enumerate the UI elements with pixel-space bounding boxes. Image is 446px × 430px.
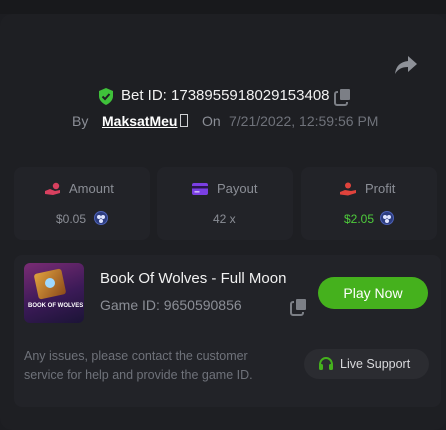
copy-game-id-icon[interactable] — [290, 297, 308, 316]
profit-value: $2.05 — [344, 212, 375, 226]
coin-icon — [94, 211, 108, 225]
game-name: Book Of Wolves - Full Moon — [100, 270, 287, 287]
coin-icon — [380, 211, 394, 225]
bet-meta-row: By MaksatMeu On 7/21/2022, 12:59:56 PM — [0, 113, 446, 131]
profit-card: Profit $2.05 — [301, 167, 437, 240]
payout-card: Payout 42 x — [157, 167, 293, 240]
bet-id-row: Bet ID: 1738955918029153408 — [0, 86, 446, 106]
live-support-label: Live Support — [340, 357, 411, 371]
share-icon[interactable] — [394, 54, 418, 76]
shield-check-icon — [99, 88, 113, 105]
by-label: By — [72, 113, 89, 129]
unknown-glyph-box — [180, 114, 188, 127]
thumb-title: BOOK OF WOLVES FULL MOON — [28, 303, 84, 309]
payout-value: 42 x — [213, 212, 236, 226]
bet-id: Bet ID: 1738955918029153408 — [121, 87, 330, 104]
username-link[interactable]: MaksatMeu — [102, 113, 177, 129]
game-card: BOOK OF WOLVES FULL MOON Book Of Wolves … — [14, 255, 441, 407]
person-hand-icon — [340, 182, 356, 196]
hand-coin-icon — [45, 182, 60, 195]
top-strip — [0, 0, 446, 14]
profit-label: Profit — [365, 181, 396, 196]
bet-datetime: 7/21/2022, 12:59:56 PM — [229, 113, 379, 129]
support-help-text: Any issues, please contact the customer … — [24, 349, 253, 382]
amount-value: $0.05 — [56, 212, 87, 226]
game-thumbnail[interactable]: BOOK OF WOLVES FULL MOON — [24, 263, 84, 323]
copy-bet-id-icon[interactable] — [334, 87, 352, 106]
card-icon — [192, 183, 208, 195]
on-label: On — [202, 113, 221, 129]
amount-card: Amount $0.05 — [14, 167, 150, 240]
live-support-button[interactable]: Live Support — [304, 349, 429, 379]
play-now-button[interactable]: Play Now — [318, 277, 428, 309]
amount-label: Amount — [69, 181, 114, 196]
headset-icon — [319, 356, 333, 370]
game-id: Game ID: 9650590856 — [100, 297, 242, 313]
payout-label: Payout — [217, 181, 258, 196]
moon-art — [45, 278, 55, 288]
